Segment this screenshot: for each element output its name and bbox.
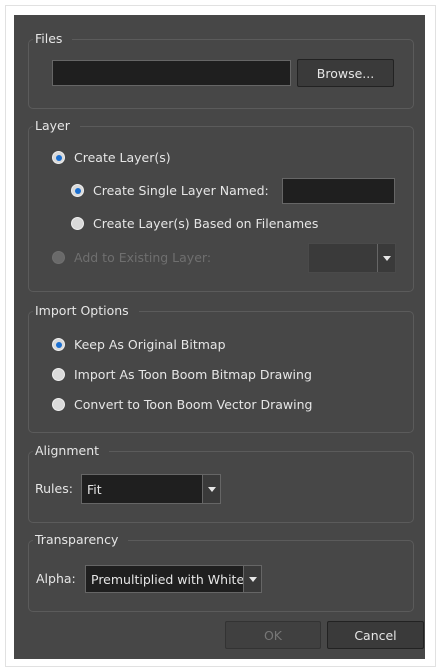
import-bitmap-drawing-radio[interactable] — [52, 368, 65, 381]
files-group: Files Browse... — [28, 31, 414, 109]
import-bitmap-drawing-label: Import As Toon Boom Bitmap Drawing — [74, 367, 312, 382]
cancel-button[interactable]: Cancel — [327, 621, 424, 649]
import-images-dialog: Files Browse... Layer Create Layer(s) Cr… — [14, 15, 425, 659]
convert-vector-drawing-radio[interactable] — [52, 398, 65, 411]
layer-group-title: Layer — [33, 118, 80, 133]
import-options-group: Import Options Keep As Original Bitmap I… — [28, 303, 414, 433]
create-single-layer-option[interactable]: Create Single Layer Named: — [71, 183, 269, 198]
chevron-down-icon[interactable] — [202, 475, 220, 503]
browse-button[interactable]: Browse... — [297, 59, 394, 87]
alpha-dropdown[interactable]: Premultiplied with White — [85, 565, 262, 593]
rules-value: Fit — [87, 481, 102, 497]
transparency-group: Transparency Alpha: Premultiplied with W… — [28, 532, 414, 612]
alpha-label: Alpha: — [36, 571, 76, 586]
rules-dropdown[interactable]: Fit — [81, 474, 221, 504]
layers-based-on-filenames-option[interactable]: Create Layer(s) Based on Filenames — [71, 216, 318, 231]
create-single-layer-radio[interactable] — [71, 184, 84, 197]
import-bitmap-drawing-option[interactable]: Import As Toon Boom Bitmap Drawing — [52, 367, 312, 382]
chevron-down-icon — [377, 244, 395, 272]
convert-vector-drawing-option[interactable]: Convert to Toon Boom Vector Drawing — [52, 397, 312, 412]
create-single-layer-label: Create Single Layer Named: — [93, 183, 269, 198]
layer-group: Layer Create Layer(s) Create Single Laye… — [28, 118, 414, 292]
chevron-down-icon[interactable] — [243, 566, 261, 592]
layers-based-on-filenames-radio[interactable] — [71, 217, 84, 230]
alignment-group-title: Alignment — [33, 443, 110, 458]
single-layer-name-field[interactable] — [282, 178, 395, 204]
add-existing-layer-radio — [52, 251, 65, 264]
existing-layer-dropdown — [308, 243, 396, 273]
layers-based-on-filenames-label: Create Layer(s) Based on Filenames — [93, 216, 319, 231]
import-options-group-title: Import Options — [33, 303, 139, 318]
ok-button: OK — [225, 621, 321, 649]
files-group-title: Files — [33, 31, 73, 46]
keep-original-bitmap-radio[interactable] — [52, 338, 65, 351]
alpha-value: Premultiplied with White — [91, 571, 245, 587]
keep-original-bitmap-label: Keep As Original Bitmap — [74, 337, 226, 352]
create-layers-label: Create Layer(s) — [74, 150, 171, 165]
rules-label: Rules: — [35, 481, 73, 496]
transparency-group-title: Transparency — [33, 532, 129, 547]
add-existing-layer-label: Add to Existing Layer: — [74, 250, 212, 265]
alignment-group: Alignment Rules: Fit — [28, 443, 414, 523]
keep-original-bitmap-option[interactable]: Keep As Original Bitmap — [52, 337, 226, 352]
create-layers-option[interactable]: Create Layer(s) — [52, 150, 171, 165]
file-path-field[interactable] — [52, 60, 291, 86]
create-layers-radio[interactable] — [52, 151, 65, 164]
convert-vector-drawing-label: Convert to Toon Boom Vector Drawing — [74, 397, 313, 412]
add-existing-layer-option: Add to Existing Layer: — [52, 250, 211, 265]
